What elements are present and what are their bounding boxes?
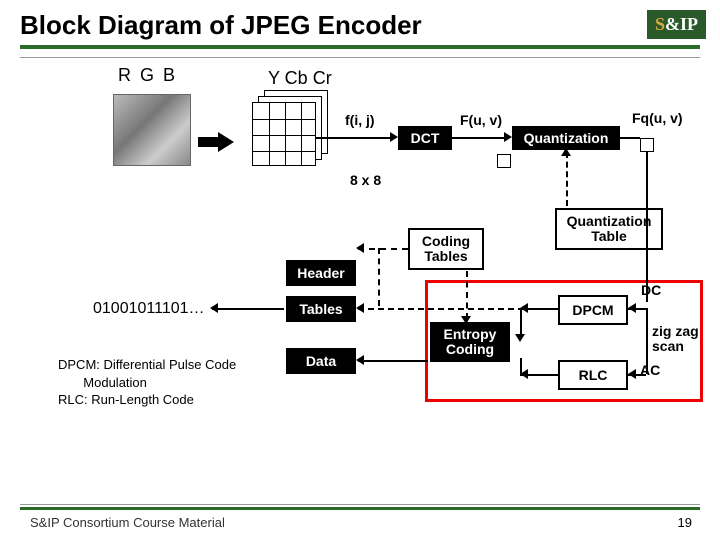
label-rgb: R G B bbox=[118, 65, 177, 86]
dct-box: DCT bbox=[398, 126, 452, 150]
label-dpcm-note: DPCM: Differential Pulse Code Modulation… bbox=[58, 356, 236, 409]
label-bitstream: 01001011101… bbox=[93, 300, 205, 318]
label-fquv: Fq(u, v) bbox=[632, 110, 683, 126]
slide-title: Block Diagram of JPEG Encoder bbox=[20, 10, 700, 41]
title-underline bbox=[20, 45, 700, 49]
quantization-box: Quantization bbox=[512, 126, 620, 150]
footer: S&IP Consortium Course Material 19 bbox=[0, 504, 720, 532]
label-8x8: 8 x 8 bbox=[350, 172, 381, 188]
coding-tables-box: Coding Tables bbox=[408, 228, 484, 270]
title-thinline bbox=[20, 57, 700, 58]
ycbcr-grid-front bbox=[252, 102, 316, 166]
data-box: Data bbox=[286, 348, 356, 374]
label-ycbcr: Y Cb Cr bbox=[268, 68, 332, 89]
thick-arrow-icon bbox=[198, 132, 234, 152]
header-box: Header bbox=[286, 260, 356, 286]
diagram-canvas: R G B Y Cb Cr 8 x 8 f(i, j) F(u, v) Fq(u… bbox=[0, 60, 720, 490]
footer-page-number: 19 bbox=[678, 515, 692, 530]
small-box-dct bbox=[497, 154, 511, 168]
label-fij: f(i, j) bbox=[345, 112, 375, 128]
entropy-box: Entropy Coding bbox=[430, 322, 510, 362]
footer-course: S&IP Consortium Course Material bbox=[0, 515, 225, 530]
label-fuv: F(u, v) bbox=[460, 112, 502, 128]
logo-badge: S&IP bbox=[647, 10, 706, 39]
small-box-fq bbox=[640, 138, 654, 152]
image-lena bbox=[113, 94, 191, 166]
tables-box: Tables bbox=[286, 296, 356, 322]
